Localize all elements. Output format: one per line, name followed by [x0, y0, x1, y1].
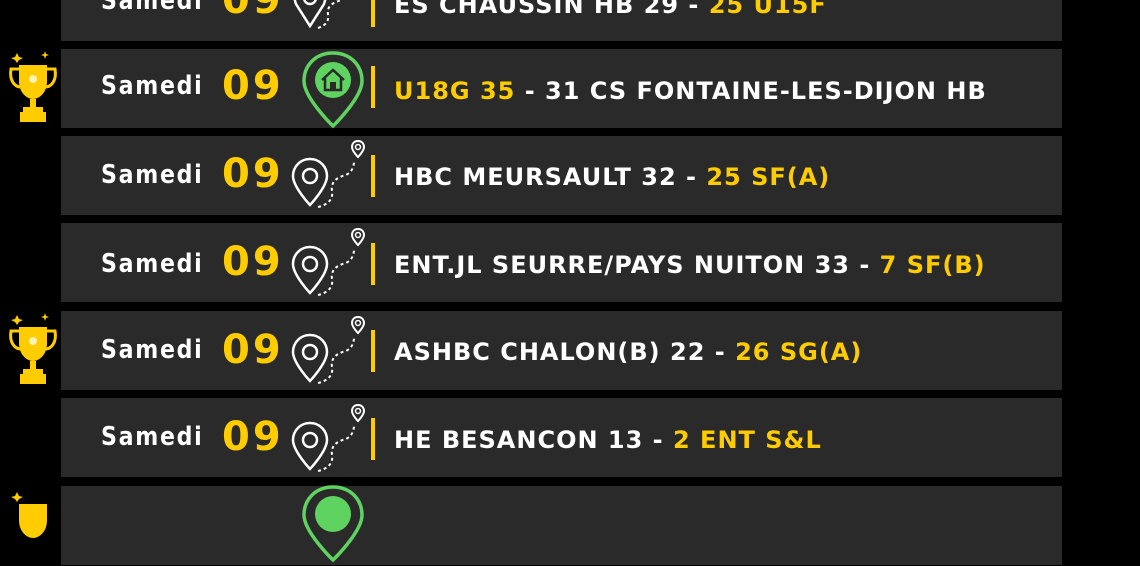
match-date: 09	[222, 414, 284, 460]
divider	[371, 155, 375, 197]
trophy-icon	[9, 51, 57, 122]
match-right: 26 SG(A)	[735, 338, 863, 366]
match-left: ASHBC CHALON(B) 22 -	[394, 338, 726, 366]
match-right: 2 ENT S&L	[673, 426, 822, 454]
match-day: Samedi	[101, 335, 204, 365]
away-route-icon	[293, 0, 343, 29]
match-day: Samedi	[101, 249, 204, 279]
divider	[371, 243, 375, 285]
match-day: Samedi	[101, 422, 204, 452]
match-result: HBC MEURSAULT 32 - 25 SF(A)	[394, 162, 830, 192]
match-left: HBC MEURSAULT 32 -	[394, 163, 697, 191]
match-date: 09	[222, 239, 284, 285]
match-day: Samedi	[101, 71, 204, 101]
away-route-icon	[291, 315, 366, 384]
match-date: 09	[222, 63, 284, 109]
match-result: HE BESANCON 13 - 2 ENT S&L	[394, 425, 822, 455]
away-route-icon	[291, 227, 366, 296]
divider	[371, 418, 375, 460]
match-date: 09	[222, 0, 284, 23]
match-row	[61, 486, 1062, 565]
divider	[371, 330, 375, 372]
match-left: ES CHAUSSIN HB 29 -	[394, 0, 700, 19]
match-right: 7 SF(B)	[879, 251, 986, 279]
away-route-icon	[291, 403, 366, 472]
home-pin-icon	[302, 485, 364, 563]
match-result: ASHBC CHALON(B) 22 - 26 SG(A)	[394, 337, 862, 367]
divider	[371, 0, 375, 27]
match-day: Samedi	[101, 0, 204, 16]
match-left: U18G 35	[394, 77, 516, 105]
match-date: 09	[222, 327, 284, 373]
match-right: - 31 CS FONTAINE-LES-DIJON HB	[524, 77, 987, 105]
home-pin-icon	[302, 51, 364, 129]
match-date: 09	[222, 151, 284, 197]
away-route-icon	[291, 139, 366, 208]
divider	[371, 66, 375, 108]
match-day: Samedi	[101, 160, 204, 190]
trophy-icon	[9, 313, 57, 384]
match-result: U18G 35 - 31 CS FONTAINE-LES-DIJON HB	[394, 76, 987, 106]
match-result: ES CHAUSSIN HB 29 - 25 U15F	[394, 0, 827, 20]
match-right: 25 SF(A)	[706, 163, 831, 191]
match-right: 25 U15F	[708, 0, 827, 19]
match-result: ENT.JL SEURRE/PAYS NUITON 33 - 7 SF(B)	[394, 250, 986, 280]
match-left: HE BESANCON 13 -	[394, 426, 664, 454]
match-left: ENT.JL SEURRE/PAYS NUITON 33 -	[394, 251, 871, 279]
